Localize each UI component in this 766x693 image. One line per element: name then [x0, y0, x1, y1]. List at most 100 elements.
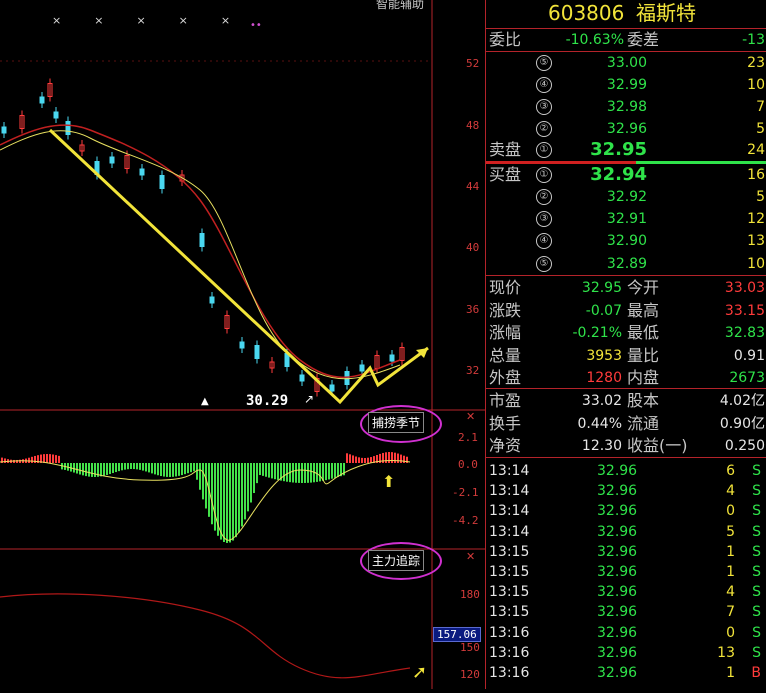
sell-volume: 10 — [747, 77, 765, 93]
level-badge: ① — [536, 142, 552, 158]
tick-row[interactable]: 13:14 32.96 6 S — [486, 461, 766, 481]
candle-body — [39, 96, 45, 104]
tick-row[interactable]: 13:14 32.96 0 S — [486, 501, 766, 521]
tick-volume: 5 — [726, 523, 735, 540]
price-axis-label: 48 — [466, 119, 480, 132]
tick-row[interactable]: 13:16 32.96 1 B — [486, 663, 766, 683]
stat-label: 最低 — [627, 323, 660, 342]
tick-time: 13:14 — [489, 523, 530, 540]
stats-row: 总量 3953 量比 0.91 — [486, 345, 766, 367]
buy-price: 32.92 — [606, 189, 647, 205]
tick-time: 13:15 — [489, 604, 530, 621]
close-icon[interactable]: ✕ — [466, 410, 475, 423]
price-axis-label: 36 — [466, 303, 480, 316]
fund-value: 0.44% — [577, 415, 622, 432]
tick-row[interactable]: 13:15 32.96 1 S — [486, 562, 766, 582]
tick-row[interactable]: 13:15 32.96 4 S — [486, 582, 766, 602]
candle-body — [109, 156, 115, 164]
level-badge: ③ — [536, 99, 552, 115]
tick-time: 13:14 — [489, 483, 530, 500]
tick-row[interactable]: 13:14 32.96 5 S — [486, 522, 766, 542]
tick-time: 13:15 — [489, 543, 530, 560]
force-axis-label: 180 — [460, 588, 480, 601]
tick-volume: 0 — [726, 624, 735, 641]
weicha-value: -13 — [742, 32, 765, 48]
tick-volume: 4 — [726, 483, 735, 500]
candle-body — [329, 384, 335, 392]
tick-time: 13:16 — [489, 624, 530, 641]
tick-price: 32.96 — [597, 665, 638, 681]
stat-value: 33.03 — [724, 280, 765, 296]
tick-side: S — [752, 543, 761, 560]
candle-body — [209, 296, 215, 304]
stat-label: 总量 — [489, 345, 522, 365]
buy-order-row[interactable]: 买盘 ① 32.94 16 — [486, 164, 766, 186]
tick-row[interactable]: 13:16 32.96 0 S — [486, 623, 766, 643]
tick-row[interactable]: 13:14 32.96 4 S — [486, 481, 766, 501]
sell-volume: 23 — [747, 55, 765, 71]
tick-time: 13:16 — [489, 665, 530, 681]
tick-price: 32.96 — [597, 644, 638, 661]
low-arrow-icon: ↗ — [304, 392, 315, 406]
sell-order-row[interactable]: ③ 32.98 7 — [486, 96, 766, 118]
tick-row[interactable]: 13:15 32.96 1 S — [486, 542, 766, 562]
fundamental-row: 净资 12.30 收益(一) 0.250 — [486, 435, 766, 457]
close-icon[interactable]: ✕ — [466, 550, 475, 563]
stat-label: 最高 — [627, 300, 660, 320]
candle-body — [65, 121, 71, 135]
fundamental-row: 市盈 33.02 股本 4.02亿 — [486, 390, 766, 412]
stat-label: 涨跌 — [489, 300, 522, 320]
marker-x: × — [52, 14, 95, 27]
kline-chart-svg[interactable] — [0, 0, 485, 689]
yellow-trend-arrows — [48, 128, 429, 405]
tick-volume: 6 — [726, 463, 735, 479]
tick-side: S — [752, 503, 761, 520]
fund-label: 净资 — [489, 436, 522, 455]
fund-label: 流通 — [627, 413, 660, 433]
tick-price: 32.96 — [597, 523, 638, 540]
sell-order-row[interactable]: ⑤ 33.00 23 — [486, 52, 766, 74]
buy-price: 32.89 — [606, 256, 647, 272]
buy-order-row[interactable]: ④ 32.90 13 — [486, 230, 766, 252]
purple-dots-marker: •• — [250, 20, 262, 31]
force-axis-label: 150 — [460, 641, 480, 654]
price-axis-label: 40 — [466, 241, 480, 254]
force-panel-title[interactable]: 主力追踪 — [368, 550, 425, 571]
tick-time: 13:16 — [489, 644, 530, 661]
stats-row: 外盘 1280 内盘 2673 — [486, 367, 766, 389]
tick-volume: 0 — [726, 503, 735, 520]
sell-order-row[interactable]: ④ 32.99 10 — [486, 74, 766, 96]
candle-body — [1, 126, 7, 134]
fund-value: 0.90亿 — [719, 415, 765, 432]
sell-price: 32.95 — [590, 139, 647, 160]
stat-value: -0.21% — [572, 325, 622, 341]
buy-order-row[interactable]: ⑤ 32.89 10 — [486, 253, 766, 275]
buy-volume: 12 — [747, 211, 765, 227]
tick-price: 32.96 — [597, 584, 638, 601]
buy-price: 32.91 — [606, 211, 647, 227]
divider — [486, 457, 766, 458]
yellow-up-arrow-icon: ⬆ — [382, 472, 396, 491]
sell-order-row[interactable]: 卖盘 ① 32.95 24 — [486, 139, 766, 161]
buy-volume: 13 — [747, 233, 765, 249]
macd-axis-label: 2.1 — [458, 431, 478, 444]
weibi-value: -10.63% — [565, 32, 624, 48]
stat-label: 今开 — [627, 278, 660, 297]
buy-order-row[interactable]: ② 32.92 5 — [486, 186, 766, 208]
trend-arrow-path — [48, 128, 429, 405]
level-badge: ③ — [536, 211, 552, 227]
stat-label: 外盘 — [489, 368, 522, 387]
sell-order-row[interactable]: ② 32.96 5 — [486, 118, 766, 140]
divider — [486, 275, 766, 276]
sell-price: 33.00 — [606, 55, 647, 71]
buy-order-row[interactable]: ③ 32.91 12 — [486, 208, 766, 230]
stat-value: 32.95 — [581, 280, 622, 296]
macd-panel-title[interactable]: 捕捞季节 — [368, 412, 425, 433]
tick-side: S — [752, 564, 761, 580]
smart-assist-label[interactable]: 智能辅助 — [376, 0, 424, 12]
kline-chart-area[interactable]: ××××× •• 智能辅助 52 48 44 40 36 32 ▲ 30.29 … — [0, 0, 485, 689]
tick-row[interactable]: 13:16 32.96 13 S — [486, 643, 766, 663]
level-badge: ⑤ — [536, 55, 552, 71]
stats-row: 现价 32.95 今开 33.03 — [486, 277, 766, 299]
tick-row[interactable]: 13:15 32.96 7 S — [486, 602, 766, 622]
